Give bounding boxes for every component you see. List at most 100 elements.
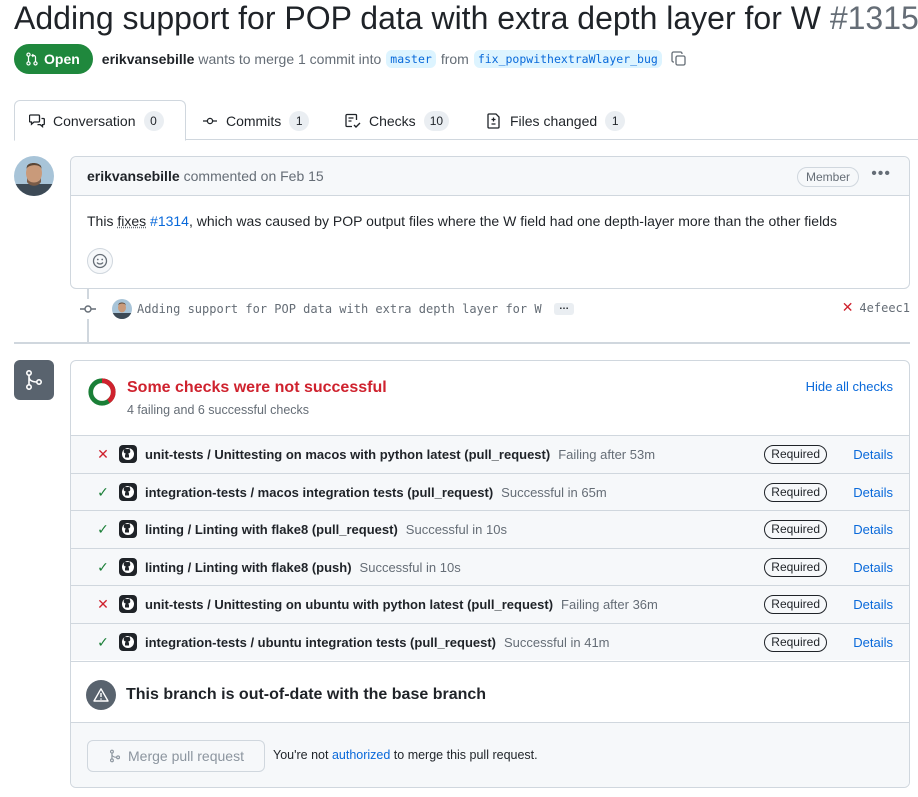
hide-all-checks-link[interactable]: Hide all checks (806, 379, 893, 394)
required-badge: Required (764, 445, 827, 464)
comment-action[interactable]: commented on Feb 15 (184, 168, 324, 184)
commit-sha-group: ✕ 4efeec1 (842, 300, 910, 316)
check-name[interactable]: linting / Linting with flake8 (push) Succ… (145, 560, 461, 575)
merge-note: You're not authorized to merge this pull… (273, 748, 538, 762)
check-row: ✓ integration-tests / ubuntu integration… (71, 622, 909, 660)
check-details-link[interactable]: Details (853, 635, 893, 650)
required-badge: Required (764, 632, 827, 652)
comment-author-link[interactable]: erikvansebille (87, 168, 180, 184)
state-badge: Open (14, 44, 93, 74)
commit-sha-link[interactable]: 4efeec1 (859, 301, 910, 315)
merge-pull-request-button[interactable]: Merge pull request (87, 740, 265, 772)
tab-checks-label: Checks (369, 112, 416, 129)
tab-checks-count: 10 (423, 110, 450, 131)
checks-status-donut-icon (88, 378, 116, 406)
base-branch[interactable]: master (386, 50, 436, 68)
check-row: ✓ integration-tests / macos integration … (71, 472, 909, 510)
user-avatar-icon (112, 299, 132, 319)
pr-author-link[interactable]: erikvansebille (102, 51, 195, 67)
alert-icon (86, 680, 116, 710)
check-description: Successful in 10s (359, 559, 461, 575)
commit-author-avatar[interactable] (112, 299, 132, 319)
github-mark-icon (119, 632, 137, 651)
check-name[interactable]: integration-tests / ubuntu integration t… (145, 635, 610, 650)
add-reaction-button[interactable] (87, 248, 113, 274)
out-of-date-title: This branch is out-of-date with the base… (126, 686, 487, 703)
timeline-divider (14, 342, 910, 344)
pr-title-text: Adding support for POP data with extra d… (14, 0, 821, 36)
check-name[interactable]: linting / Linting with flake8 (pull_requ… (145, 522, 507, 537)
checks-list: ✕ unit-tests / Unittesting on macos with… (71, 435, 909, 660)
avatar[interactable] (14, 156, 54, 196)
git-merge-icon (109, 749, 121, 763)
merge-status-icon-box (14, 360, 54, 400)
github-mark-icon (119, 520, 137, 538)
tab-files-changed-label: Files changed (510, 112, 598, 129)
check-icon: ✓ (97, 483, 109, 500)
x-icon[interactable]: ✕ (842, 300, 854, 316)
checks-summary: 4 failing and 6 successful checks (127, 403, 310, 417)
out-of-date-section: This branch is out-of-date with the base… (71, 661, 909, 723)
check-name[interactable]: integration-tests / macos integration te… (145, 485, 607, 500)
pr-number: #1315 (829, 0, 918, 36)
required-badge: Required (764, 557, 827, 577)
expand-commit-button[interactable]: … (554, 302, 574, 315)
git-pull-request-icon (26, 52, 38, 66)
timeline-line (87, 289, 89, 299)
authorized-link[interactable]: authorized (332, 748, 390, 762)
tab-conversation[interactable]: Conversation 0 (14, 100, 186, 141)
check-name[interactable]: unit-tests / Unittesting on macos with p… (145, 447, 655, 462)
merge-button-label: Merge pull request (128, 748, 244, 764)
check-details-link[interactable]: Details (853, 485, 893, 500)
pr-meta: Open erikvansebille wants to merge 1 com… (14, 44, 687, 74)
check-icon: ✓ (97, 633, 109, 650)
check-description: Failing after 36m (561, 597, 658, 612)
check-details-link[interactable]: Details (853, 560, 893, 575)
from-text: from (440, 51, 469, 67)
check-details-link[interactable]: Details (853, 447, 893, 462)
kebab-horizontal-icon[interactable]: ••• (871, 165, 891, 183)
issue-link[interactable]: #1314 (150, 213, 189, 229)
required-badge: Required (764, 595, 827, 614)
tab-files-changed[interactable]: Files changed 1 (472, 100, 639, 141)
check-description: Successful in 65m (501, 484, 607, 500)
timeline-commit: Adding support for POP data with extra d… (80, 299, 910, 319)
comment-discussion-icon (29, 113, 45, 128)
fixes-keyword[interactable]: fixes (117, 213, 146, 229)
check-details-link[interactable]: Details (853, 522, 893, 537)
check-details-link[interactable]: Details (853, 597, 893, 612)
head-branch[interactable]: fix_popwithextraWlayer_bug (473, 50, 662, 68)
comment-box: erikvansebille commented on Feb 15 Membe… (70, 156, 910, 289)
github-mark-icon (119, 482, 137, 501)
git-commit-icon (203, 117, 217, 124)
check-name[interactable]: unit-tests / Unittesting on ubuntu with … (145, 597, 658, 612)
file-diff-icon (487, 112, 500, 129)
checks-title: Some checks were not successful (127, 379, 387, 396)
smiley-icon (92, 253, 108, 269)
copy-icon[interactable] (671, 51, 687, 67)
tab-commits-count: 1 (289, 110, 310, 131)
check-description: Successful in 10s (405, 522, 507, 537)
required-badge: Required (764, 482, 827, 502)
git-commit-icon (80, 305, 96, 313)
check-row: ✕ unit-tests / Unittesting on ubuntu wit… (71, 585, 909, 623)
checks-header: Some checks were not successful 4 failin… (71, 361, 909, 435)
merge-box: Some checks were not successful 4 failin… (70, 360, 910, 788)
user-avatar-icon (14, 156, 54, 196)
comment-header: erikvansebille commented on Feb 15 (71, 157, 909, 196)
merge-text: wants to merge 1 commit into (198, 51, 382, 67)
github-mark-icon (119, 557, 137, 576)
tab-commits-label: Commits (226, 112, 282, 129)
commit-message-link[interactable]: Adding support for POP data with extra d… (137, 302, 542, 316)
x-icon: ✕ (97, 596, 109, 612)
comment-body: This fixes #1314, which was caused by PO… (87, 213, 837, 229)
state-label: Open (44, 51, 80, 67)
comment-text-suffix: , which was caused by POP output files w… (188, 213, 837, 229)
pr-tabs: Conversation 0 Commits 1 Checks 10 Files… (14, 100, 918, 141)
comment-text-prefix: This (87, 213, 114, 229)
check-description: Failing after 53m (558, 447, 656, 462)
tab-commits[interactable]: Commits 1 (188, 100, 323, 141)
check-row: ✓ linting / Linting with flake8 (pull_re… (71, 510, 909, 548)
tab-checks[interactable]: Checks 10 (331, 100, 463, 141)
member-badge: Member (796, 167, 859, 187)
